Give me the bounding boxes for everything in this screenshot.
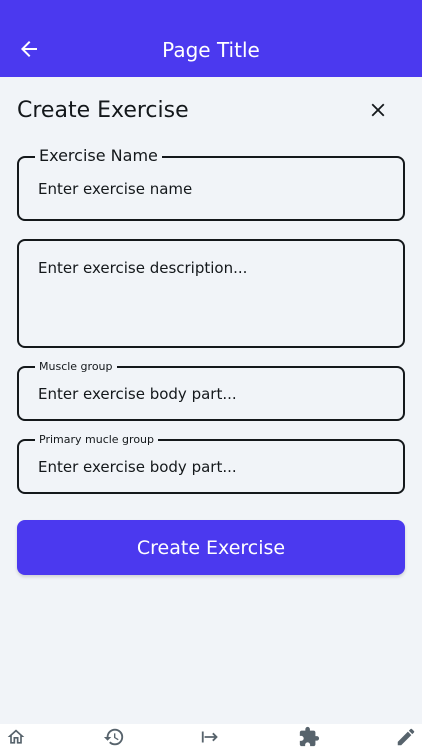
- bottom-nav: [0, 724, 422, 750]
- nav-edit[interactable]: [394, 725, 418, 749]
- primary-muscle-group-field: Primary mucle group: [17, 434, 405, 494]
- page-title: Page Title: [162, 37, 260, 62]
- form-heading: Create Exercise: [17, 97, 189, 123]
- exercise-description-input[interactable]: [19, 241, 403, 346]
- muscle-group-label: Muscle group: [35, 361, 117, 373]
- pencil-icon: [397, 728, 415, 746]
- arrow-left-icon: [21, 41, 37, 57]
- nav-arrow-right[interactable]: [199, 725, 223, 749]
- exercise-name-input[interactable]: [19, 158, 403, 219]
- app-bar: Page Title: [0, 0, 422, 77]
- muscle-group-input[interactable]: [19, 368, 403, 419]
- muscle-group-field: Muscle group: [17, 361, 405, 421]
- exercise-description-field: [17, 239, 405, 348]
- exercise-name-field: Exercise Name: [17, 147, 405, 221]
- primary-muscle-group-input[interactable]: [19, 441, 403, 492]
- form-header: Create Exercise: [17, 92, 405, 128]
- create-exercise-button[interactable]: Create Exercise: [17, 520, 405, 575]
- close-icon: [371, 103, 385, 117]
- home-icon: [7, 729, 25, 744]
- exercise-name-label: Exercise Name: [35, 147, 162, 165]
- nav-home[interactable]: [4, 725, 28, 749]
- puzzle-icon: [299, 726, 319, 747]
- close-button[interactable]: [363, 95, 393, 125]
- nav-puzzle[interactable]: [297, 725, 321, 749]
- history-icon: [103, 728, 123, 746]
- primary-muscle-group-label: Primary mucle group: [35, 434, 159, 446]
- nav-history[interactable]: [102, 725, 126, 749]
- arrow-right-to-bar-icon: [201, 731, 218, 743]
- back-button[interactable]: [16, 36, 42, 62]
